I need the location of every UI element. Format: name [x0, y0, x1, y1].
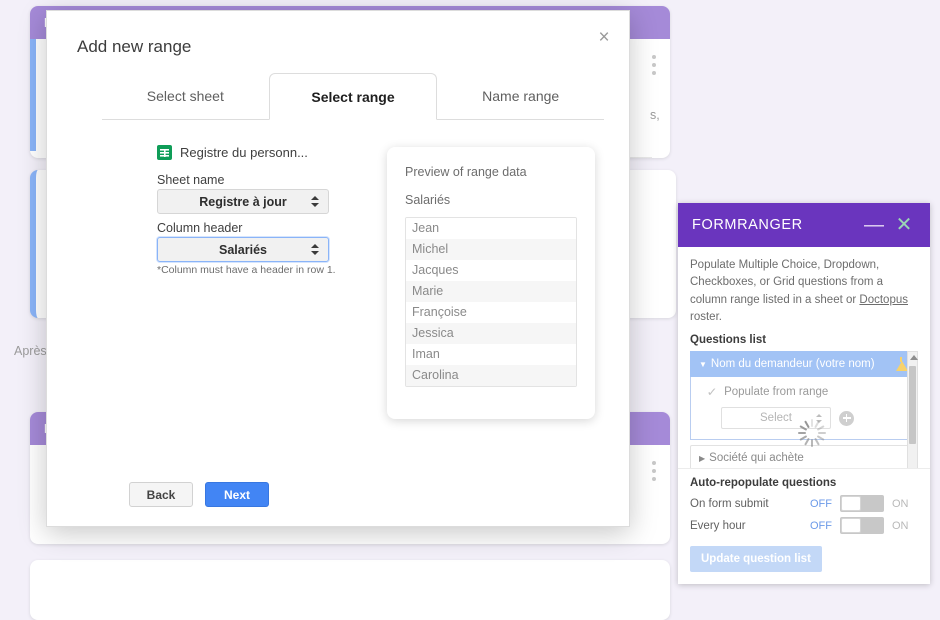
toggle-on-label: ON [892, 497, 909, 510]
spreadsheet-name-row: Registre du personn... [157, 145, 308, 160]
toggle-row-on-form-submit: On form submit OFF ON [690, 495, 918, 512]
populate-from-range-label: Populate from range [724, 386, 829, 398]
preview-heading: Preview of range data [405, 165, 527, 179]
scroll-up-icon[interactable] [910, 355, 918, 360]
range-preview-card: Preview of range data Salariés Jean Miche… [387, 147, 595, 419]
more-vertical-icon[interactable] [652, 461, 656, 485]
dialog-buttons: Back Next [129, 482, 269, 507]
form-right-fragment: s, [650, 108, 660, 122]
populate-from-range-option[interactable]: ✓ Populate from range [699, 385, 909, 399]
doctopus-link[interactable]: Doctopus [859, 294, 908, 306]
dialog-tabs: Select sheet Select range Name range [102, 73, 604, 120]
preview-list-item: Jessica [406, 323, 576, 344]
form-section-card-4[interactable] [30, 560, 670, 620]
chevron-updown-icon [311, 195, 319, 208]
description-before: Populate Multiple Choice, Dropdown, Chec… [690, 259, 884, 306]
auto-repopulate-panel: Auto-repopulate questions On form submit… [678, 468, 930, 584]
preview-list-item: Carolina [406, 365, 576, 386]
questions-list-label: Questions list [690, 334, 767, 346]
update-question-list-button[interactable]: Update question list [690, 546, 822, 572]
google-sheets-icon [157, 145, 172, 160]
auto-repopulate-title: Auto-repopulate questions [690, 477, 837, 489]
toggle-label: On form submit [690, 497, 769, 510]
toggle-on-label: ON [892, 519, 909, 532]
sheet-name-select[interactable]: Registre à jour [157, 189, 329, 214]
back-button[interactable]: Back [129, 482, 193, 507]
preview-list-item: Françoise [406, 302, 576, 323]
minimize-icon[interactable]: — [862, 215, 886, 235]
toggle-off-label: OFF [810, 519, 832, 532]
add-new-range-dialog: × Add new range Select sheet Select rang… [46, 10, 630, 527]
spreadsheet-name: Registre du personn... [180, 145, 308, 160]
toggle-knob [841, 496, 861, 511]
every-hour-toggle[interactable] [840, 517, 884, 534]
preview-column-name: Salariés [405, 193, 451, 207]
preview-list-item: Iman [406, 344, 576, 365]
loading-spinner-icon [798, 419, 826, 447]
caret-down-icon: ▼ [699, 359, 707, 369]
tab-name-range[interactable]: Name range [437, 73, 604, 119]
toggle-label: Every hour [690, 519, 746, 532]
toggle-off-label: OFF [810, 497, 832, 510]
question-item-selected[interactable]: ▼ Nom du demandeur (votre nom) [690, 351, 918, 377]
next-button[interactable]: Next [205, 482, 269, 507]
sheet-name-label: Sheet name [157, 173, 225, 187]
close-icon[interactable]: × [593, 27, 615, 49]
preview-list: Jean Michel Jacques Marie Françoise Jessica Im… [405, 217, 577, 387]
close-icon[interactable]: ✕ [892, 215, 916, 235]
caret-right-icon: ▶ [699, 454, 706, 463]
column-header-label: Column header [157, 221, 243, 235]
sidebar-header: FORMRANGER — ✕ [678, 203, 930, 247]
preview-list-item: Michel [406, 239, 576, 260]
sheet-name-value: Registre à jour [199, 194, 287, 209]
description-after: roster. [690, 310, 722, 323]
toggle-row-every-hour: Every hour OFF ON [690, 517, 918, 534]
range-select-placeholder: Select [760, 412, 792, 424]
check-icon: ✓ [706, 385, 718, 399]
tab-select-sheet[interactable]: Select sheet [102, 73, 269, 119]
preview-list-item: Jacques [406, 260, 576, 281]
preview-list-item: Marie [406, 281, 576, 302]
plus-circle-icon[interactable] [839, 410, 854, 426]
toggle-knob [841, 518, 861, 533]
preview-list-item: Jean [406, 218, 576, 239]
column-header-note: *Column must have a header in row 1. [157, 264, 336, 276]
tab-select-range[interactable]: Select range [268, 73, 438, 120]
question-label: Société qui achète [709, 452, 804, 464]
chevron-updown-icon [311, 243, 319, 256]
dialog-title: Add new range [77, 37, 192, 56]
column-header-select[interactable]: Salariés [157, 237, 329, 262]
sidebar-description: Populate Multiple Choice, Dropdown, Chec… [678, 247, 930, 326]
question-label: Nom du demandeur (votre nom) [710, 358, 875, 370]
formranger-sidebar: FORMRANGER — ✕ Populate Multiple Choice,… [678, 203, 930, 584]
more-vertical-icon[interactable] [652, 55, 656, 79]
scrollbar-thumb[interactable] [909, 366, 916, 444]
column-header-value: Salariés [219, 242, 267, 257]
sidebar-title: FORMRANGER [692, 217, 803, 233]
on-form-submit-toggle[interactable] [840, 495, 884, 512]
